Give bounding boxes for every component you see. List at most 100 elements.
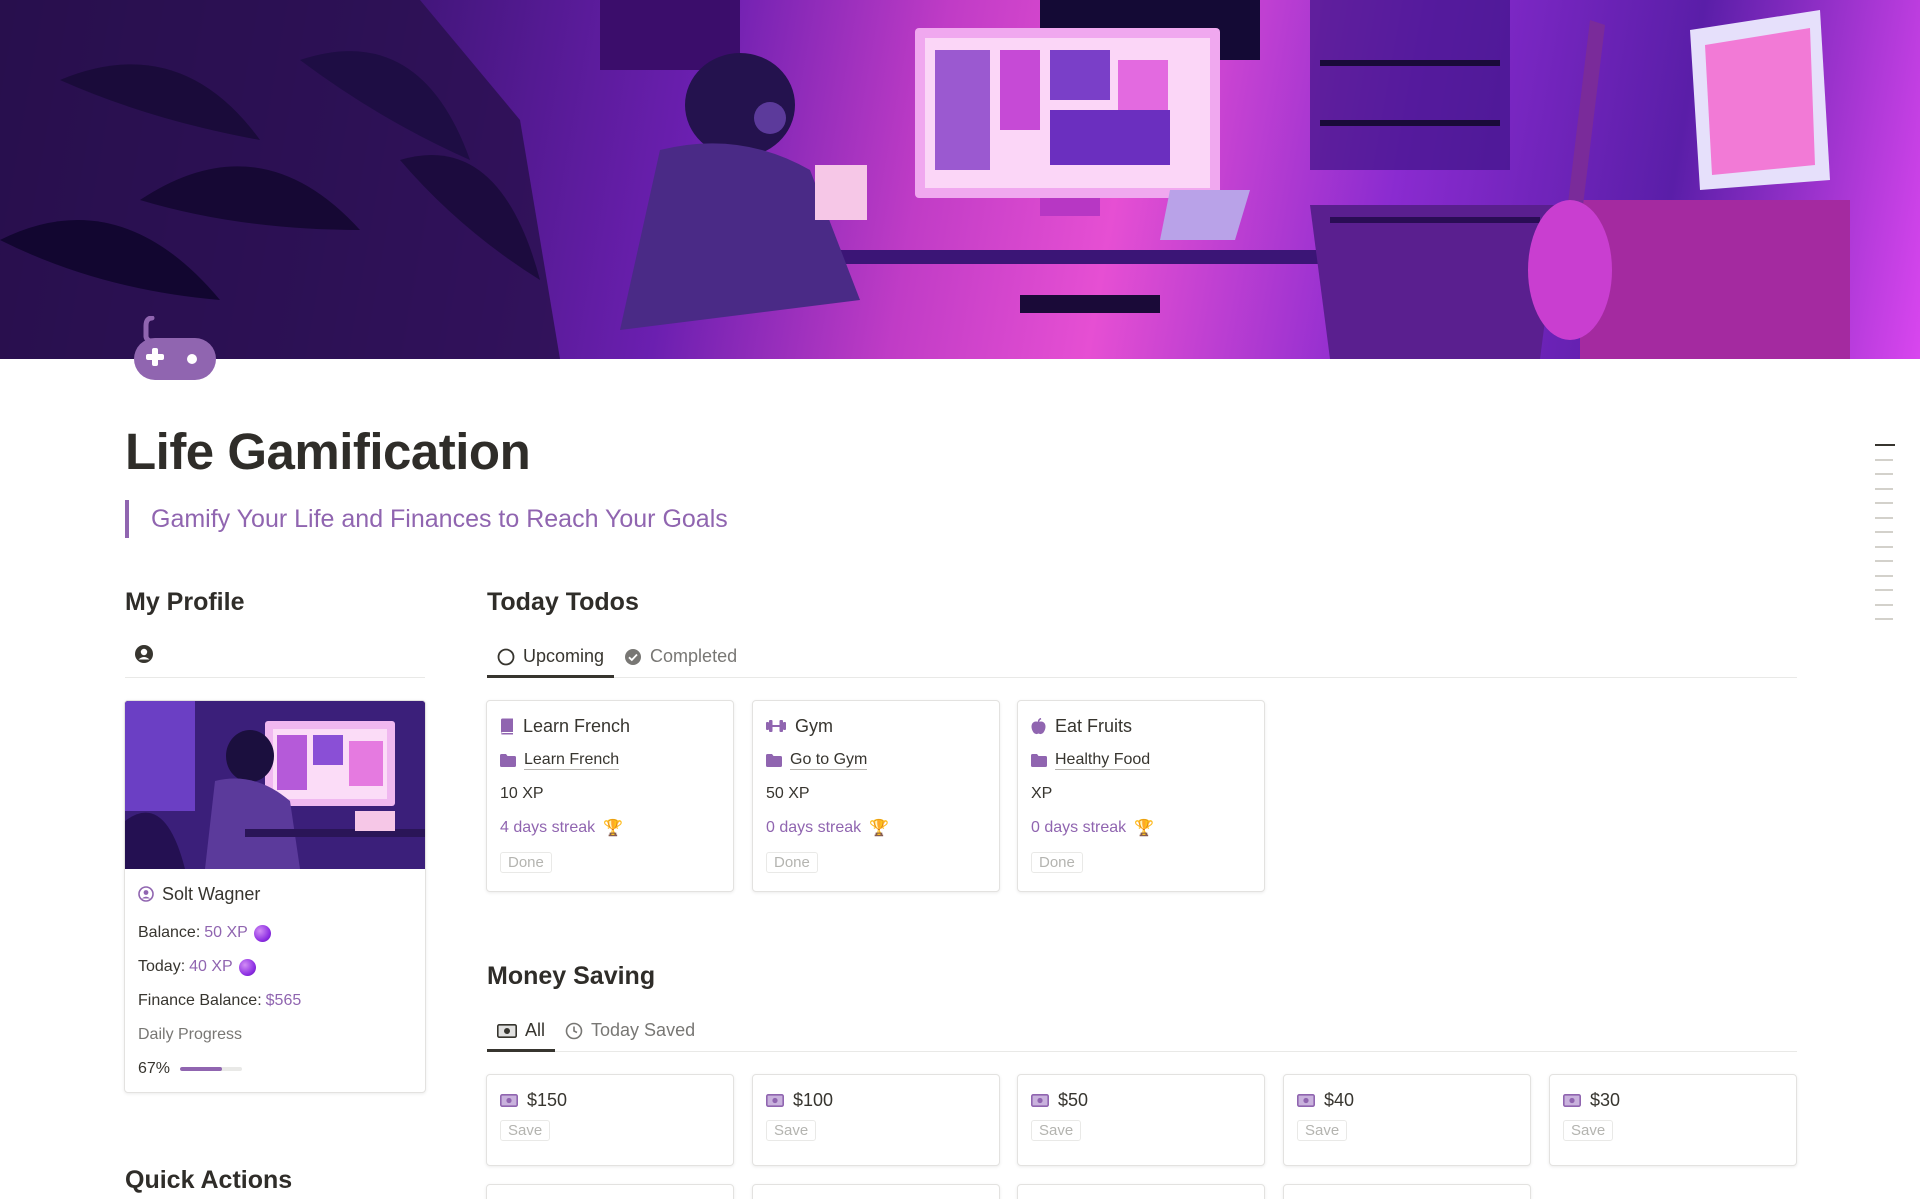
daily-progress-label: Daily Progress	[138, 1026, 243, 1043]
folder-icon	[1031, 753, 1047, 767]
today-row: Today: 40 XP	[138, 950, 412, 984]
tab-label: Today Saved	[591, 1020, 696, 1040]
money-icon	[1031, 1093, 1049, 1107]
save-button[interactable]: Save	[1031, 1120, 1082, 1141]
saving-card[interactable]: $100 Save	[752, 1074, 1000, 1166]
profile-image	[125, 701, 425, 869]
toc-item[interactable]	[1875, 574, 1893, 577]
todo-xp: XP	[1031, 785, 1053, 802]
toc-item[interactable]	[1875, 458, 1893, 461]
profile-name: Solt Wagner	[162, 883, 261, 904]
toc-item[interactable]	[1875, 603, 1893, 606]
tab-all[interactable]: All	[487, 1010, 556, 1052]
todo-title: Learn French	[523, 715, 631, 736]
apple-icon	[1031, 717, 1046, 734]
table-of-contents[interactable]	[1875, 444, 1895, 633]
saving-card-partial[interactable]	[486, 1184, 734, 1199]
save-button[interactable]: Save	[766, 1120, 817, 1141]
page-quote: Gamify Your Life and Finances to Reach Y…	[125, 500, 728, 538]
quote-text: Gamify Your Life and Finances to Reach Y…	[151, 505, 728, 533]
page-title: Life Gamification	[125, 423, 531, 480]
save-button[interactable]: Save	[1563, 1120, 1614, 1141]
todos-heading: Today Todos	[487, 588, 639, 616]
profile-card[interactable]: Solt Wagner Balance: 50 XP Today: 40 XP …	[124, 700, 426, 1093]
save-button[interactable]: Save	[500, 1120, 551, 1141]
quick-actions-heading: Quick Actions	[125, 1166, 293, 1194]
folder-icon	[500, 753, 516, 767]
trophy-icon: 🏆	[869, 820, 890, 837]
progress-row: 67%	[138, 1052, 412, 1086]
saving-card-partial[interactable]	[752, 1184, 1000, 1199]
circle-icon	[497, 648, 515, 665]
toc-item[interactable]	[1875, 618, 1893, 620]
done-button[interactable]: Done	[1031, 851, 1083, 873]
todo-category[interactable]: Healthy Food	[1055, 751, 1151, 770]
xp-orb-icon	[253, 924, 271, 942]
profile-heading: My Profile	[125, 588, 245, 616]
saving-amount: $50	[1058, 1089, 1089, 1110]
profile-name-row: Solt Wagner	[138, 882, 412, 906]
profile-view-tab[interactable]	[125, 636, 425, 678]
done-button[interactable]: Done	[766, 851, 818, 873]
clock-icon	[565, 1022, 583, 1039]
check-circle-icon	[625, 648, 642, 665]
toc-item[interactable]	[1875, 516, 1893, 519]
money-heading: Money Saving	[487, 962, 656, 990]
tab-upcoming[interactable]: Upcoming	[487, 636, 615, 678]
today-value: 40 XP	[189, 958, 233, 975]
progress-text: 67%	[138, 1060, 171, 1077]
toc-item[interactable]	[1875, 560, 1893, 562]
progress-bar-fill	[180, 1067, 222, 1071]
saving-card[interactable]: $150 Save	[486, 1074, 734, 1166]
gamepad-icon[interactable]	[132, 315, 220, 382]
money-icon	[1297, 1093, 1315, 1107]
balance-value: 50 XP	[204, 924, 248, 941]
todo-card[interactable]: Eat Fruits Healthy Food XP 0 days streak…	[1017, 700, 1265, 892]
tab-label: Completed	[650, 646, 738, 666]
todo-streak: 0 days streak	[766, 819, 862, 836]
saving-card-partial[interactable]	[1017, 1184, 1265, 1199]
finance-label: Finance Balance:	[138, 992, 262, 1009]
toc-item[interactable]	[1875, 444, 1895, 446]
toc-item[interactable]	[1875, 531, 1893, 533]
toc-item[interactable]	[1875, 487, 1893, 490]
user-circle-icon	[138, 886, 154, 902]
todo-card[interactable]: Gym Go to Gym 50 XP 0 days streak 🏆 Done	[752, 700, 1000, 892]
saving-card-partial[interactable]	[1283, 1184, 1531, 1199]
trophy-icon: 🏆	[1134, 820, 1155, 837]
saving-amount: $100	[793, 1089, 834, 1110]
today-label: Today:	[138, 958, 186, 975]
save-button[interactable]: Save	[1297, 1120, 1348, 1141]
done-button[interactable]: Done	[500, 851, 552, 873]
money-icon	[500, 1093, 518, 1107]
todo-title: Gym	[795, 715, 833, 736]
toc-item[interactable]	[1875, 473, 1893, 475]
tab-label: Upcoming	[523, 646, 605, 666]
saving-amount: $30	[1590, 1089, 1621, 1110]
todo-streak: 4 days streak	[500, 819, 596, 836]
money-icon	[1563, 1093, 1581, 1107]
todo-category[interactable]: Go to Gym	[790, 751, 868, 770]
toc-item[interactable]	[1875, 589, 1893, 591]
saving-card[interactable]: $50 Save	[1017, 1074, 1265, 1166]
tab-today-saved[interactable]: Today Saved	[555, 1010, 705, 1051]
saving-card[interactable]: $30 Save	[1549, 1074, 1797, 1166]
tab-completed[interactable]: Completed	[614, 636, 747, 677]
xp-orb-icon	[238, 958, 256, 976]
book-icon	[501, 718, 513, 734]
user-circle-icon	[135, 645, 153, 663]
balance-label: Balance:	[138, 924, 201, 941]
todo-category[interactable]: Learn French	[524, 751, 620, 770]
money-tabs: All Today Saved	[487, 1010, 1797, 1052]
todo-title: Eat Fruits	[1055, 715, 1133, 736]
progress-bar	[180, 1067, 243, 1071]
todos-tabs: Upcoming Completed	[487, 636, 1797, 678]
saving-card[interactable]: $40 Save	[1283, 1074, 1531, 1166]
saving-amount: $150	[527, 1089, 568, 1110]
todo-card[interactable]: Learn French Learn French 10 XP 4 days s…	[486, 700, 734, 892]
todo-streak: 0 days streak	[1031, 819, 1127, 836]
saving-amount: $40	[1324, 1089, 1355, 1110]
tab-label: All	[525, 1020, 546, 1040]
toc-item[interactable]	[1875, 502, 1893, 504]
toc-item[interactable]	[1875, 545, 1893, 548]
